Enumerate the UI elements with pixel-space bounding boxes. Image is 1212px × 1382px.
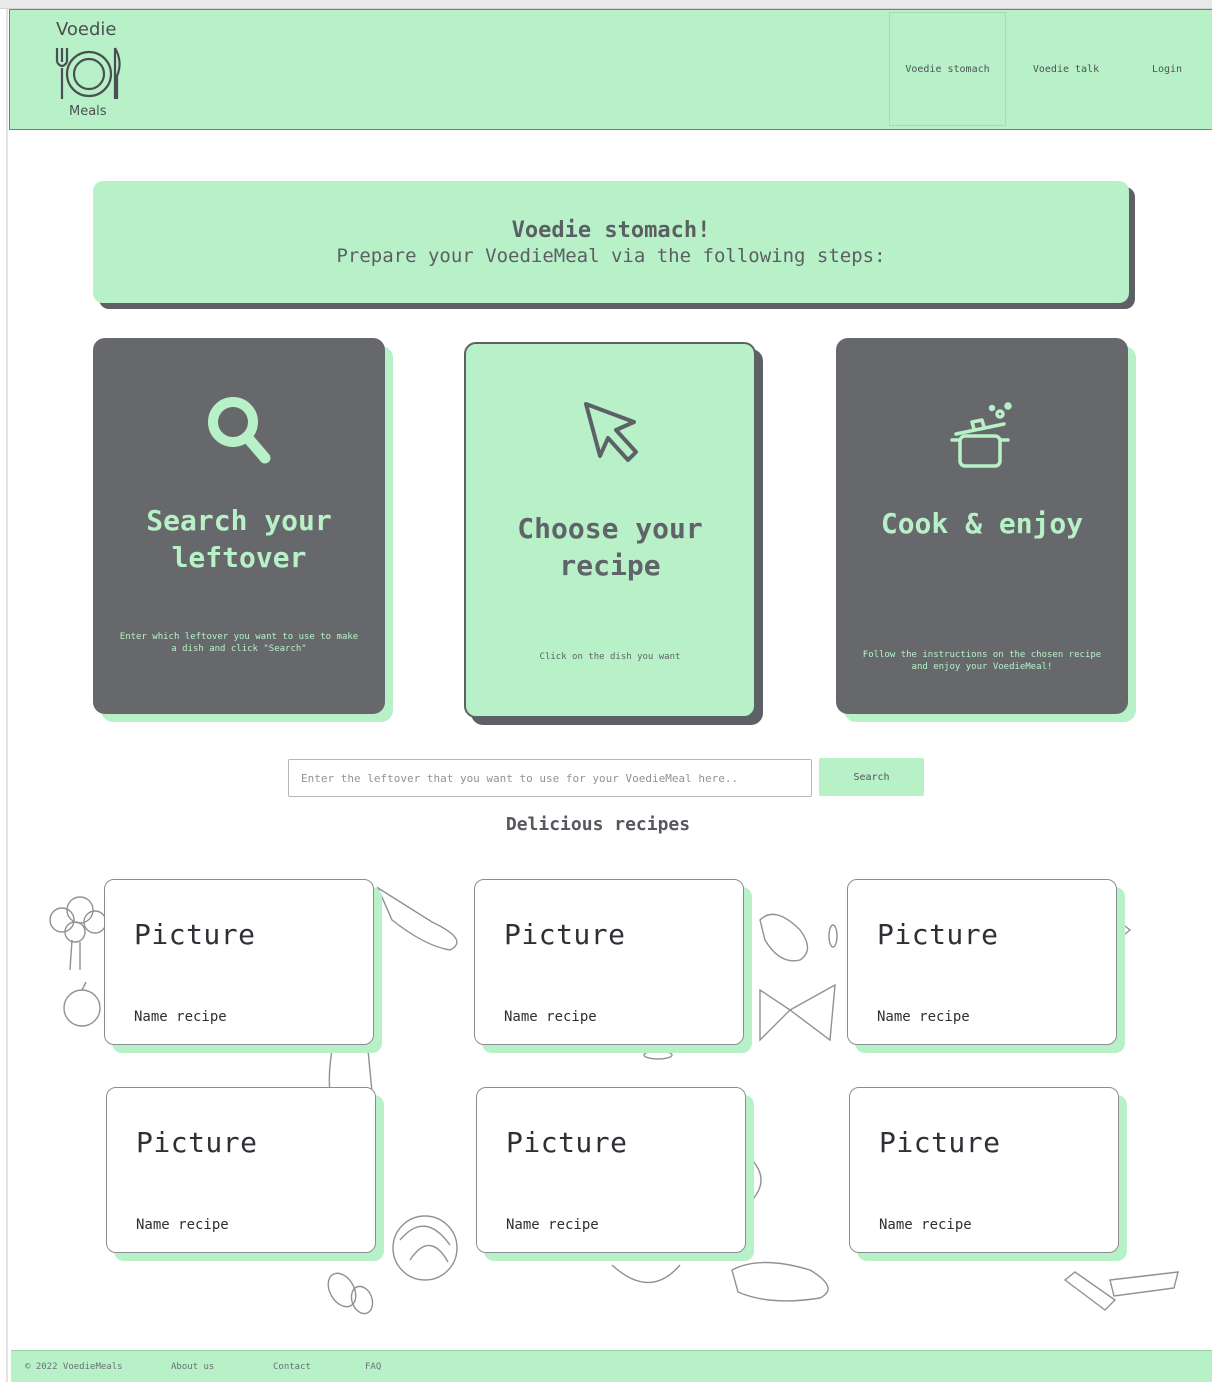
intro-banner: Voedie stomach! Prepare your VoedieMeal … (93, 181, 1129, 303)
plate-cutlery-icon (55, 47, 121, 99)
recipe-picture-placeholder: Picture (506, 1126, 628, 1159)
step-card-choose: Choose your recipe Click on the dish you… (464, 342, 756, 718)
logo[interactable]: Voedie Meals (48, 16, 132, 124)
recipe-card[interactable]: Picture Name recipe (474, 879, 744, 1045)
recipe-card[interactable]: Picture Name recipe (104, 879, 374, 1045)
browser-top-strip (0, 0, 1212, 9)
step-description: Click on the dish you want (539, 652, 681, 662)
nav-voedie-stomach[interactable]: Voedie stomach (889, 12, 1006, 126)
logo-text-top: Voedie (56, 19, 117, 40)
step-title: Choose your recipe (517, 512, 703, 582)
recipes-section-title: Delicious recipes (505, 814, 691, 835)
recipe-picture-placeholder: Picture (504, 918, 626, 951)
search-button[interactable]: Search (819, 758, 924, 796)
recipe-card[interactable]: Picture Name recipe (476, 1087, 746, 1253)
banner-subtitle: Prepare your VoedieMeal via the followin… (336, 245, 886, 267)
recipe-name: Name recipe (877, 1009, 970, 1025)
step-title: Search your leftover (146, 504, 332, 574)
step-card-search: Search your leftover Enter which leftove… (93, 338, 385, 714)
recipe-name: Name recipe (134, 1009, 227, 1025)
site-footer: © 2022 VoedieMeals About us Contact FAQ (11, 1350, 1212, 1382)
step-card-cook: Cook & enjoy Follow the instructions on … (836, 338, 1128, 714)
step-title: Cook & enjoy (880, 507, 1084, 540)
recipe-name: Name recipe (506, 1217, 599, 1233)
step-description: Enter which leftover you want to use to … (119, 632, 359, 654)
recipe-picture-placeholder: Picture (879, 1126, 1001, 1159)
search-icon (208, 397, 271, 464)
footer-copyright: © 2022 VoedieMeals (25, 1361, 123, 1372)
recipe-card[interactable]: Picture Name recipe (106, 1087, 376, 1253)
recipe-name: Name recipe (879, 1217, 972, 1233)
banner-title: Voedie stomach! (511, 218, 711, 243)
nav-login[interactable]: Login (1138, 12, 1196, 126)
pot-icon (950, 402, 1012, 468)
recipe-card[interactable]: Picture Name recipe (847, 879, 1117, 1045)
recipe-name: Name recipe (504, 1009, 597, 1025)
site-header: Voedie Meals Voedie stomach Voedie talk … (9, 9, 1212, 130)
footer-link-about[interactable]: About us (171, 1362, 273, 1372)
recipe-picture-placeholder: Picture (136, 1126, 258, 1159)
main-nav: Voedie stomach Voedie talk Login (889, 10, 1212, 129)
footer-link-faq[interactable]: FAQ (365, 1362, 381, 1372)
step-description: Follow the instructions on the chosen re… (862, 650, 1102, 672)
logo-text-bottom: Meals (69, 104, 107, 119)
leftover-search-input[interactable] (288, 759, 812, 797)
recipe-picture-placeholder: Picture (134, 918, 256, 951)
recipe-card[interactable]: Picture Name recipe (849, 1087, 1119, 1253)
nav-voedie-talk[interactable]: Voedie talk (1014, 12, 1118, 126)
cursor-icon (584, 402, 638, 462)
recipe-name: Name recipe (136, 1217, 229, 1233)
recipe-picture-placeholder: Picture (877, 918, 999, 951)
footer-link-contact[interactable]: Contact (273, 1362, 365, 1372)
